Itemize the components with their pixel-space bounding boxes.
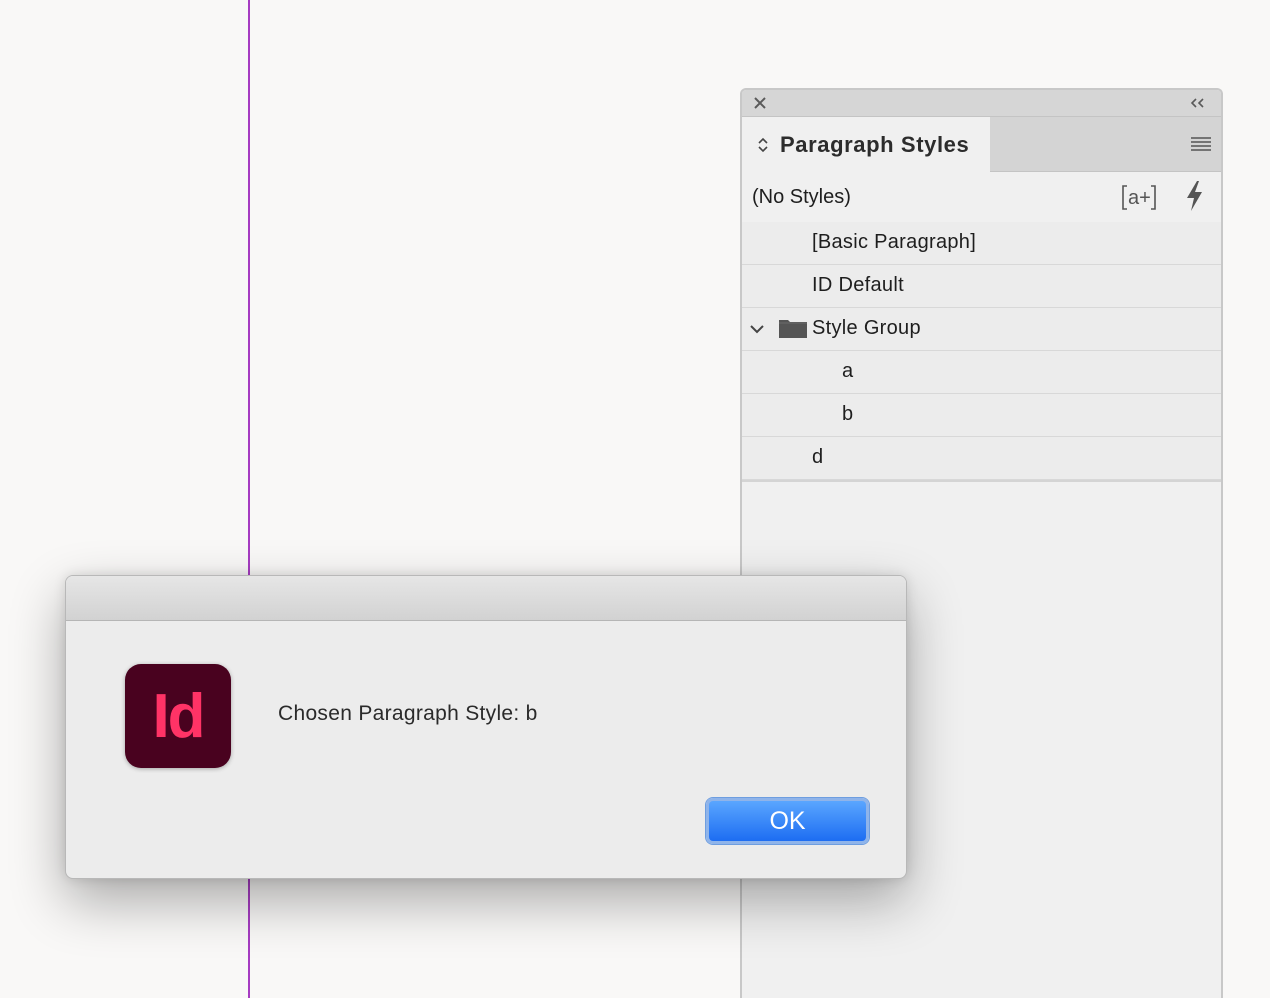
- style-label: Style Group: [812, 317, 921, 339]
- svg-text:a+: a+: [1128, 187, 1151, 209]
- style-label: b: [842, 403, 854, 425]
- panel-tab-bar: Paragraph Styles: [742, 117, 1221, 172]
- hamburger-menu-icon[interactable]: [1190, 135, 1212, 153]
- style-label: ID Default: [812, 274, 904, 296]
- style-row-id-default[interactable]: ID Default: [742, 265, 1221, 308]
- chevron-down-icon[interactable]: [748, 320, 766, 338]
- indesign-app-icon: Id: [125, 664, 231, 768]
- dialog-message: Chosen Paragraph Style: b: [278, 702, 538, 725]
- style-row-d[interactable]: d: [742, 437, 1221, 480]
- lightning-icon[interactable]: [1182, 180, 1206, 212]
- style-row-a[interactable]: a: [742, 351, 1221, 394]
- current-style-label: (No Styles): [752, 186, 851, 208]
- style-label: [Basic Paragraph]: [812, 231, 977, 253]
- quick-apply-icon[interactable]: a+: [1120, 182, 1158, 212]
- double-chevron-left-icon[interactable]: [1187, 94, 1209, 112]
- style-row-style-group[interactable]: Style Group: [742, 308, 1221, 351]
- style-row-b[interactable]: b: [742, 394, 1221, 437]
- style-label: a: [842, 360, 854, 382]
- alert-dialog: Id Chosen Paragraph Style: b OK: [65, 575, 907, 879]
- app-icon-text: Id: [152, 681, 205, 751]
- ok-button[interactable]: OK: [706, 798, 869, 844]
- tab-paragraph-styles[interactable]: Paragraph Styles: [742, 117, 990, 172]
- list-divider: [742, 480, 1221, 482]
- panel-tab-title: Paragraph Styles: [780, 131, 970, 157]
- style-label: d: [812, 446, 824, 468]
- dialog-title-bar[interactable]: [66, 576, 906, 621]
- panel-title-bar: [742, 90, 1221, 117]
- panel-toolbar: (No Styles) a+: [742, 172, 1221, 224]
- close-icon[interactable]: [751, 94, 769, 112]
- up-down-arrows-icon: [758, 137, 768, 152]
- folder-icon: [779, 320, 807, 338]
- document-canvas: Paragraph Styles (No Styles) a+ [Basic P…: [0, 0, 1270, 998]
- style-list: [Basic Paragraph] ID Default Style Group…: [742, 222, 1221, 482]
- style-row-basic-paragraph[interactable]: [Basic Paragraph]: [742, 222, 1221, 265]
